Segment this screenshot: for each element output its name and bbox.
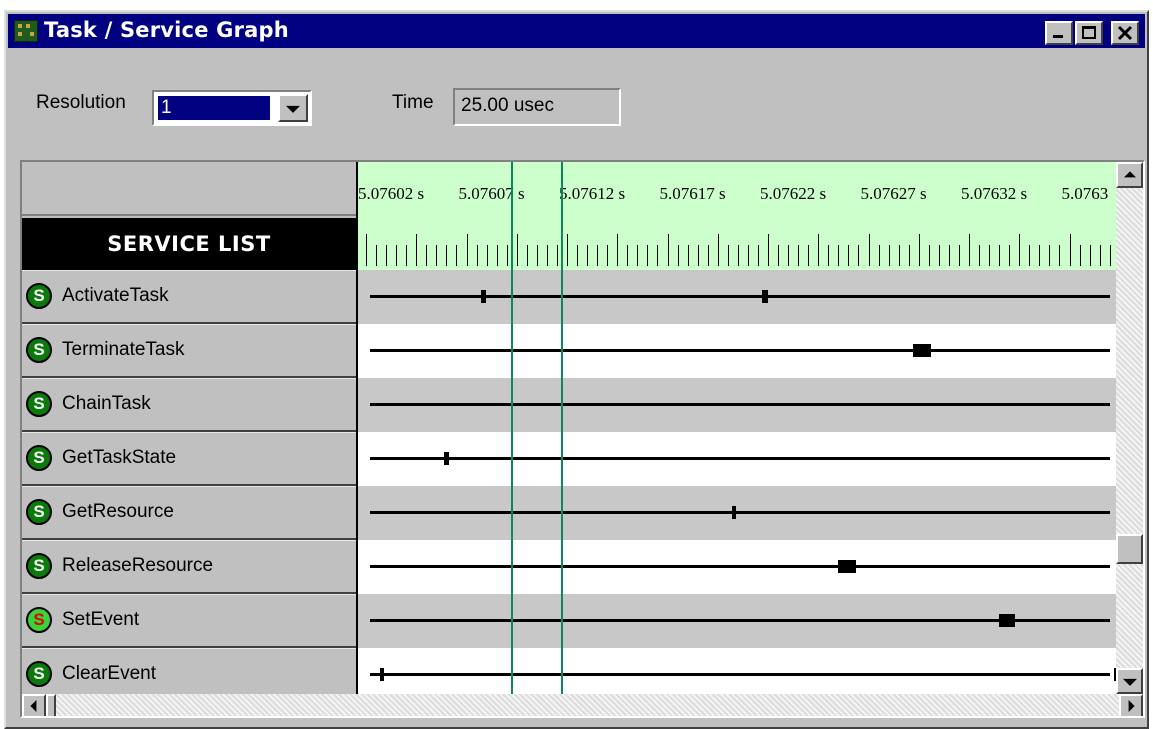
- service-event-marker[interactable]: [444, 452, 450, 465]
- vertical-scrollbar[interactable]: [1116, 162, 1143, 694]
- service-label: ReleaseResource: [62, 555, 214, 576]
- maximize-icon: [1082, 26, 1096, 39]
- minimize-button[interactable]: [1045, 21, 1073, 45]
- vertical-scroll-thumb[interactable]: [1116, 534, 1143, 564]
- time-cursor-line[interactable]: [560, 162, 563, 694]
- time-tick-label: 5.07627 s: [860, 184, 927, 203]
- service-row[interactable]: S ActivateTask: [22, 270, 356, 324]
- service-timeline-lane: [358, 594, 1122, 648]
- time-tick-label: 5.07622 s: [760, 184, 827, 203]
- title-bar[interactable]: Task / Service Graph: [8, 14, 1145, 48]
- service-label: GetTaskState: [62, 447, 177, 468]
- horizontal-scrollbar[interactable]: [22, 694, 1143, 716]
- timeline-baseline: [370, 403, 1110, 406]
- time-cursor-line[interactable]: [510, 162, 513, 694]
- service-label: ActivateTask: [62, 285, 169, 306]
- service-row[interactable]: S SetEvent: [22, 594, 356, 648]
- close-button[interactable]: [1111, 21, 1139, 45]
- service-label: GetResource: [62, 501, 174, 522]
- service-event-marker[interactable]: [731, 506, 736, 519]
- service-timeline-lane: [358, 324, 1116, 378]
- service-icon: S: [26, 607, 52, 633]
- service-timeline-lane: [358, 540, 1116, 594]
- timeline-baseline: [370, 565, 1110, 568]
- service-timeline-lane: [358, 270, 1116, 324]
- service-row[interactable]: S ReleaseResource: [22, 540, 356, 594]
- arrow-down-icon: [1122, 678, 1137, 686]
- service-icon: S: [26, 445, 52, 471]
- service-event-marker[interactable]: [380, 668, 385, 681]
- timeline-baseline: [370, 511, 1110, 514]
- service-label: SetEvent: [62, 609, 140, 630]
- service-icon: S: [26, 499, 52, 525]
- timeline-baseline: [370, 457, 1110, 460]
- time-tick-label: 5.07602 s: [358, 184, 425, 203]
- service-graph-panel: SERVICE LIST S ActivateTask S TerminateTask…: [20, 160, 1145, 718]
- time-tick-label: 5.07632 s: [961, 184, 1028, 203]
- service-label: ClearEvent: [62, 663, 156, 684]
- arrow-left-icon: [30, 700, 37, 712]
- service-event-marker[interactable]: [480, 290, 486, 303]
- service-icon: S: [26, 391, 52, 417]
- time-label: Time: [392, 92, 434, 113]
- service-label: ChainTask: [62, 393, 151, 414]
- close-icon: [1117, 25, 1133, 41]
- time-ruler: [366, 234, 1111, 266]
- service-icon: S: [26, 553, 52, 579]
- service-icon: S: [26, 337, 52, 363]
- service-icon: S: [26, 283, 52, 309]
- resolution-dropdown-button[interactable]: [278, 94, 308, 122]
- time-tick-label: 5.07607 s: [458, 184, 525, 203]
- service-event-marker[interactable]: [838, 560, 857, 573]
- resolution-select[interactable]: 1: [152, 90, 312, 126]
- scroll-up-button[interactable]: [1116, 162, 1143, 188]
- minimize-icon: [1053, 35, 1063, 38]
- service-timeline-lane: [358, 432, 1143, 486]
- service-row[interactable]: S GetTaskState: [22, 432, 356, 486]
- scroll-down-button[interactable]: [1116, 668, 1143, 694]
- time-tick-label: 5.07617 s: [659, 184, 726, 203]
- timeline-baseline: [370, 349, 1110, 352]
- service-label: TerminateTask: [62, 339, 185, 360]
- time-field: 25.00 usec: [453, 88, 621, 126]
- service-event-marker[interactable]: [999, 614, 1016, 627]
- arrow-right-icon: [1128, 700, 1135, 712]
- timeline-header: 5.07602 s 5.07607 s 5.07612 s 5.07617 s 5.07…: [358, 162, 1116, 270]
- resolution-label: Resolution: [36, 92, 126, 113]
- service-row[interactable]: S GetResource: [22, 486, 356, 540]
- service-row[interactable]: S ChainTask: [22, 378, 356, 432]
- service-timeline-lane: [358, 378, 1116, 432]
- service-timeline-lane: [358, 486, 1116, 540]
- service-row[interactable]: S TerminateTask: [22, 324, 356, 378]
- maximize-button[interactable]: [1075, 21, 1103, 45]
- service-event-marker[interactable]: [912, 344, 931, 357]
- service-event-marker[interactable]: [761, 290, 768, 303]
- resolution-value[interactable]: 1: [157, 95, 271, 121]
- timeline-baseline: [370, 673, 1110, 676]
- window-title: Task / Service Graph: [44, 18, 289, 42]
- scroll-right-button[interactable]: [1119, 694, 1143, 716]
- horizontal-scroll-thumb[interactable]: [46, 694, 56, 716]
- app-icon: [14, 20, 38, 42]
- time-tick-label: 5.0763: [1061, 184, 1109, 203]
- service-list-header: SERVICE LIST: [22, 218, 356, 270]
- arrow-up-icon: [1123, 171, 1136, 178]
- task-service-graph-window: Task / Service Graph Resolution 1 Time 2…: [4, 10, 1149, 729]
- service-icon: S: [26, 661, 52, 687]
- chevron-down-icon: [286, 105, 300, 113]
- list-header-spacer: [22, 162, 356, 216]
- scroll-left-button[interactable]: [22, 694, 46, 716]
- time-tick-label: 5.07612 s: [559, 184, 626, 203]
